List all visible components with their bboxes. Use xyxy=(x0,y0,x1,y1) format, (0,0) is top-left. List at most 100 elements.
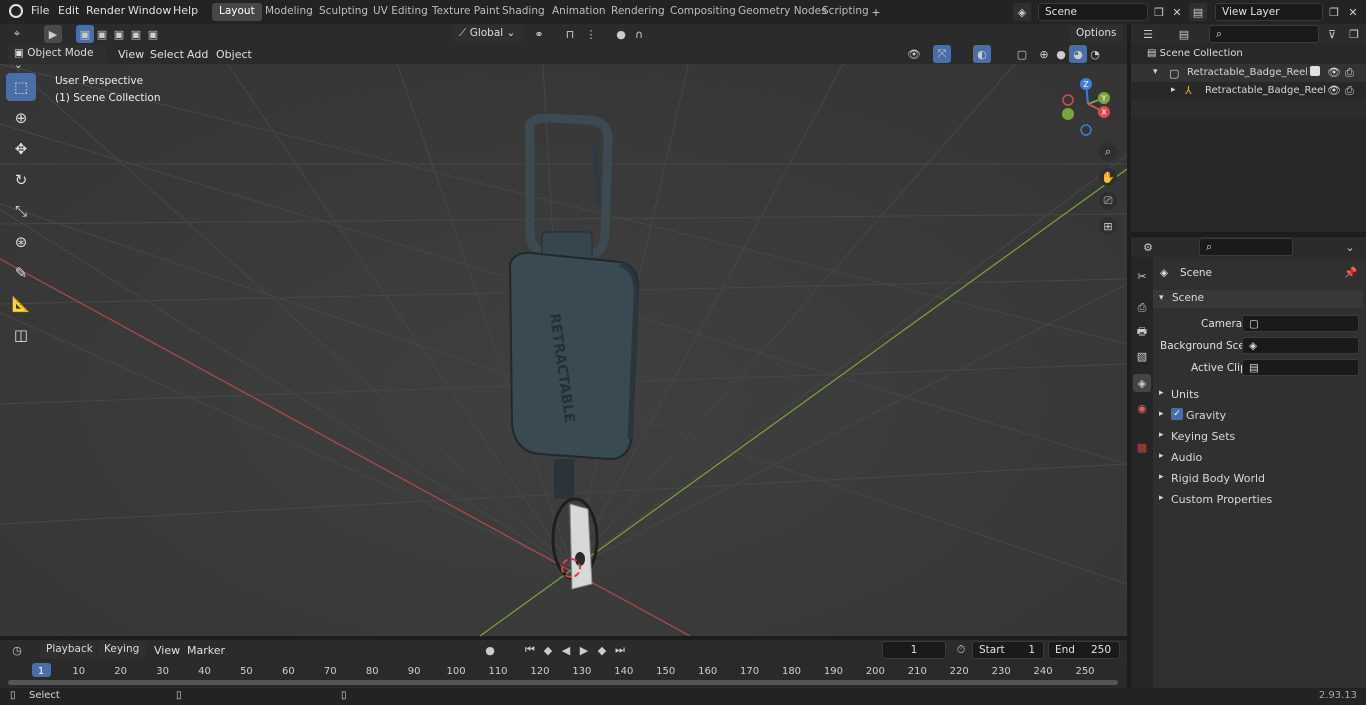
delete-view-layer-icon[interactable]: ✕ xyxy=(1344,3,1362,21)
world-tab-icon[interactable]: ◉ xyxy=(1133,399,1151,417)
select-tool-icon[interactable]: ▶ xyxy=(44,25,62,43)
custom-properties-panel[interactable]: ▸ Custom Properties xyxy=(1153,490,1363,508)
timeline-view-menu[interactable]: View xyxy=(154,644,180,657)
transform-tool-icon[interactable]: ⊛ xyxy=(6,228,36,256)
record-icon[interactable]: ● xyxy=(481,641,499,659)
select-new-icon[interactable]: ▣ xyxy=(76,25,94,43)
current-frame-field[interactable]: 1 xyxy=(882,641,946,659)
display-mode-icon[interactable]: ▤ xyxy=(1175,25,1193,43)
view-layer-selector-icon[interactable]: ▤ xyxy=(1189,3,1207,21)
active-clip-field[interactable]: ▤ xyxy=(1242,359,1359,376)
perspective-toggle-icon[interactable]: ⊞ xyxy=(1099,217,1117,235)
scene-tab-icon[interactable]: ◈ xyxy=(1133,374,1151,392)
xray-icon[interactable]: ▢ xyxy=(1013,45,1031,63)
delete-scene-icon[interactable]: ✕ xyxy=(1168,3,1186,21)
new-view-layer-icon[interactable]: ❐ xyxy=(1325,3,1343,21)
move-tool-icon[interactable]: ✥ xyxy=(6,135,36,163)
navigation-gizmo[interactable]: Z Y X xyxy=(1058,76,1118,136)
play-icon[interactable]: ▶ xyxy=(575,641,593,659)
tab-layout[interactable]: Layout xyxy=(212,3,262,21)
next-keyframe-icon[interactable]: ◆ xyxy=(593,641,611,659)
tab-modeling[interactable]: Modeling xyxy=(258,3,320,21)
tool-tab-icon[interactable]: ✂ xyxy=(1133,267,1151,285)
proportional-edit-icon[interactable]: ● xyxy=(612,25,630,43)
timeline-editor-type-icon[interactable]: ◷ xyxy=(8,641,26,659)
marker-menu[interactable]: Marker xyxy=(187,644,225,657)
mode-dropdown[interactable]: ▣ Object Mode ⌄ xyxy=(8,45,106,71)
add-workspace-icon[interactable]: + xyxy=(867,3,885,21)
add-menu[interactable]: Add xyxy=(187,48,208,61)
gravity-panel[interactable]: ▸ ✓ Gravity xyxy=(1153,406,1363,424)
badge-reel-model[interactable]: RETRACTABLE xyxy=(470,114,690,594)
units-panel[interactable]: ▸ Units xyxy=(1153,385,1363,403)
outliner-root[interactable]: ▤ Scene Collection xyxy=(1147,48,1243,59)
cursor-tool-icon[interactable]: ⊕ xyxy=(6,104,36,132)
view-menu[interactable]: View xyxy=(118,48,144,61)
3d-viewport[interactable]: RETRACTABLE User Perspective (1) Scene C… xyxy=(0,44,1127,636)
camera-icon[interactable]: ⎙ xyxy=(1345,66,1354,80)
select-subtract-icon[interactable]: ▣ xyxy=(110,25,128,43)
properties-search-input[interactable]: ⌕ xyxy=(1199,238,1293,256)
new-scene-icon[interactable]: ❐ xyxy=(1150,3,1168,21)
zoom-icon[interactable]: ⌕ xyxy=(1099,143,1117,161)
outliner-item[interactable]: ▾ ▢ Retractable_Badge_Reel_Blac 👁 ⎙ xyxy=(1131,64,1366,82)
camera-field[interactable]: ▢ xyxy=(1242,315,1359,332)
play-reverse-icon[interactable]: ◀ xyxy=(557,641,575,659)
scale-tool-icon[interactable]: ⤡ xyxy=(6,197,36,225)
material-shading-icon[interactable]: ◕ xyxy=(1069,45,1087,63)
audio-panel[interactable]: ▸ Audio xyxy=(1153,448,1363,466)
outliner-search-input[interactable]: ⌕ xyxy=(1209,25,1319,43)
select-intersect-icon[interactable]: ▣ xyxy=(144,25,162,43)
prev-keyframe-icon[interactable]: ◆ xyxy=(539,641,557,659)
scene-name-field[interactable]: Scene xyxy=(1038,3,1148,21)
view-layer-tab-icon[interactable]: ▧ xyxy=(1133,347,1151,365)
properties-editor-type-icon[interactable]: ⚙ xyxy=(1139,238,1157,256)
menu-window[interactable]: Window xyxy=(128,4,171,17)
view-layer-field[interactable]: View Layer xyxy=(1215,3,1323,21)
rotate-tool-icon[interactable]: ↻ xyxy=(6,166,36,194)
filter-icon[interactable]: ⊽ xyxy=(1323,25,1341,43)
outliner-editor-type-icon[interactable]: ☰ xyxy=(1139,25,1157,43)
keying-menu[interactable]: Keying ⌄ xyxy=(98,641,146,667)
texture-tab-icon[interactable]: ▩ xyxy=(1133,438,1151,456)
rigid-body-world-panel[interactable]: ▸ Rigid Body World xyxy=(1153,469,1363,487)
menu-help[interactable]: Help xyxy=(173,4,198,17)
scene-selector-icon[interactable]: ◈ xyxy=(1013,3,1031,21)
menu-edit[interactable]: Edit xyxy=(58,4,79,17)
output-tab-icon[interactable]: 🖶 xyxy=(1133,323,1151,341)
keying-sets-panel[interactable]: ▸ Keying Sets xyxy=(1153,427,1363,445)
end-frame-field[interactable]: End 250 xyxy=(1048,641,1120,659)
pivot-icon[interactable]: ⚭ xyxy=(530,25,548,43)
eye-icon[interactable]: 👁 xyxy=(1327,66,1341,79)
visibility-icon[interactable]: 👁 xyxy=(905,45,923,63)
solid-shading-icon[interactable]: ● xyxy=(1052,45,1070,63)
menu-render[interactable]: Render xyxy=(86,4,125,17)
expand-arrow-icon[interactable]: ▾ xyxy=(1153,67,1158,77)
tab-animation[interactable]: Animation xyxy=(545,3,613,21)
gizmo-toggle-icon[interactable]: ⤧ xyxy=(933,45,951,63)
select-box-tool-icon[interactable]: ⬚ xyxy=(6,73,36,101)
select-invert-icon[interactable]: ▣ xyxy=(127,25,145,43)
options-dropdown[interactable]: Options ⌄ xyxy=(1070,25,1123,51)
wireframe-shading-icon[interactable]: ⊕ xyxy=(1035,45,1053,63)
pan-hand-icon[interactable]: ✋ xyxy=(1099,168,1117,186)
rendered-shading-icon[interactable]: ◔ xyxy=(1086,45,1104,63)
snap-target-icon[interactable]: ⋮ xyxy=(582,25,600,43)
pin-icon[interactable]: 📌 xyxy=(1344,266,1357,279)
object-menu[interactable]: Object xyxy=(216,48,252,61)
outliner-item[interactable]: ▸ ⅄ Retractable_Badge_Reel 👁 ⎙ xyxy=(1131,82,1366,100)
start-frame-field[interactable]: Start 1 xyxy=(972,641,1044,659)
snap-icon[interactable]: ⊓ xyxy=(561,25,579,43)
camera-view-icon[interactable]: ⎚ xyxy=(1099,192,1117,210)
select-extend-icon[interactable]: ▣ xyxy=(93,25,111,43)
menu-file[interactable]: File xyxy=(31,4,49,17)
tab-shading[interactable]: Shading xyxy=(495,3,552,21)
exclude-checkbox[interactable] xyxy=(1310,66,1320,76)
blender-logo-icon[interactable] xyxy=(9,4,23,18)
playback-menu[interactable]: Playback ⌄ xyxy=(40,641,96,667)
orientation-dropdown[interactable]: ⟋ Global ⌄ xyxy=(453,25,523,43)
expand-arrow-icon[interactable]: ▸ xyxy=(1171,85,1176,95)
properties-options-icon[interactable]: ⌄ xyxy=(1341,238,1359,256)
editor-type-icon[interactable]: ⌖ xyxy=(8,25,26,43)
select-menu[interactable]: Select xyxy=(150,48,184,61)
